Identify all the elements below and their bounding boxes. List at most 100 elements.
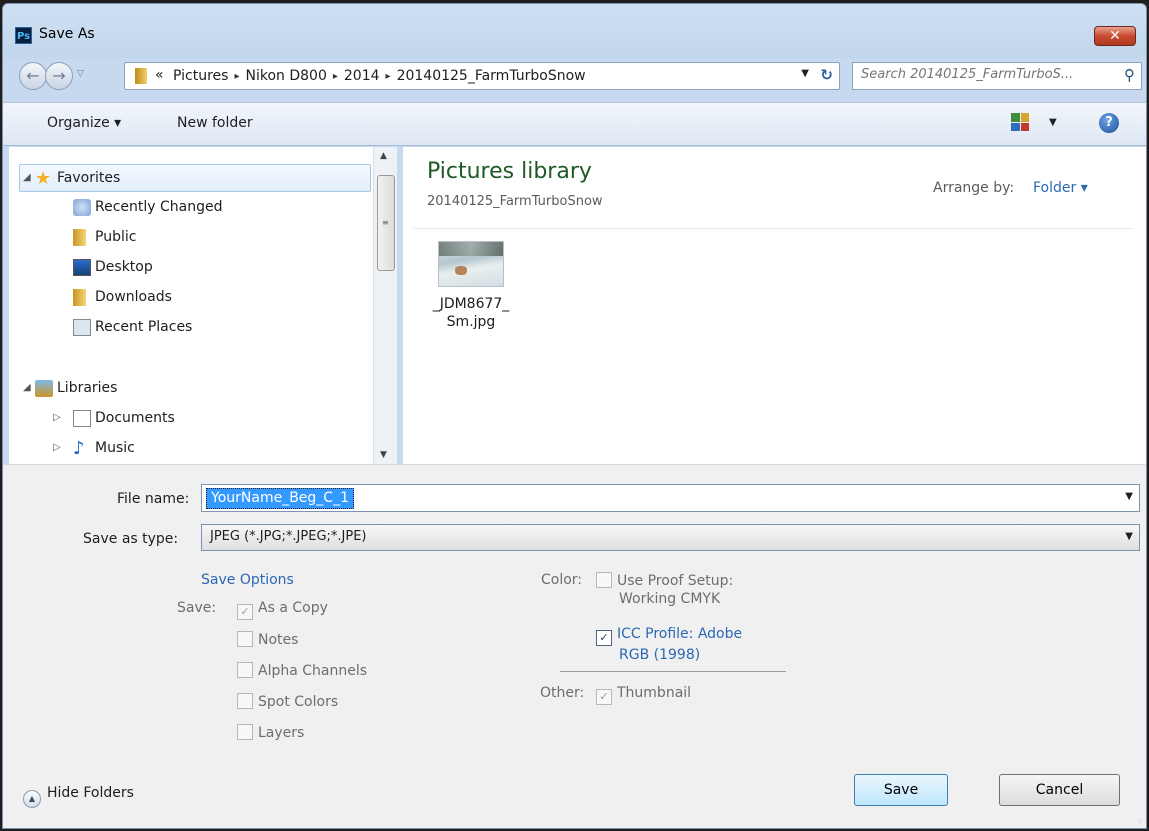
thumbnail-checkbox: ✓ Thumbnail	[596, 685, 691, 705]
breadcrumb-item[interactable]: Nikon D800	[245, 68, 326, 86]
organize-button[interactable]: Organize ▾	[47, 115, 121, 131]
scroll-up-icon[interactable]: ▲	[380, 151, 387, 161]
expand-arrow-icon[interactable]: ▷	[53, 442, 61, 453]
resize-grip-icon[interactable]: ⁖	[1137, 817, 1142, 826]
file-list-pane: Pictures library 20140125_FarmTurboSnow …	[403, 147, 1146, 464]
expand-arrow-icon[interactable]: ▷	[53, 412, 61, 423]
sidebar-item-recently-changed[interactable]: Recently Changed	[9, 194, 373, 222]
checkbox	[237, 724, 253, 740]
notes-checkbox: Notes	[237, 631, 298, 648]
checkbox-label: Layers	[258, 725, 305, 741]
icc-profile-checkbox[interactable]: ✓ ICC Profile: Adobe RGB (1998)	[596, 625, 742, 664]
file-name-field[interactable]: YourName_Beg_C_1 ▼	[201, 484, 1140, 512]
recent-places-icon	[73, 319, 91, 336]
music-icon: ♪	[73, 438, 85, 459]
sidebar-item-favorites[interactable]: ◢ ★ Favorites	[19, 164, 371, 192]
save-button[interactable]: Save	[854, 774, 948, 806]
checkbox-label: Alpha Channels	[258, 663, 368, 679]
address-bar[interactable]: « Pictures ▸ Nikon D800 ▸ 2014 ▸ 2014012…	[124, 62, 840, 90]
thumbnail-trees	[439, 242, 503, 256]
hide-folders-label: Hide Folders	[47, 785, 134, 801]
forward-button[interactable]: →	[45, 62, 73, 90]
hide-folders-button[interactable]: ▲ Hide Folders	[23, 785, 134, 808]
sidebar-item-desktop[interactable]: Desktop	[9, 254, 373, 282]
cancel-button[interactable]: Cancel	[999, 774, 1120, 806]
sidebar-item-downloads[interactable]: Downloads	[9, 284, 373, 312]
navigation-scrollbar[interactable]: ▲ ≡ ▼	[373, 147, 397, 464]
sidebar-item-music[interactable]: ▷ ♪ Music	[9, 435, 373, 463]
toolbar: Organize ▾ New folder ▼ ?	[3, 102, 1146, 146]
scroll-down-icon[interactable]: ▼	[380, 450, 387, 460]
save-as-type-select[interactable]: JPEG (*.JPG;*.JPEG;*.JPE) ▼	[201, 524, 1140, 551]
arrange-by-label: Arrange by:	[933, 180, 1015, 196]
libraries-icon	[35, 380, 53, 397]
breadcrumb-arrow-icon[interactable]: ▸	[333, 68, 338, 86]
layers-checkbox: Layers	[237, 724, 304, 741]
checkbox	[596, 572, 612, 588]
file-name-dropdown-icon[interactable]: ▼	[1125, 491, 1133, 502]
sidebar-item-public[interactable]: Public	[9, 224, 373, 252]
address-dropdown-icon[interactable]: ▼	[801, 68, 809, 79]
breadcrumb-item[interactable]: 20140125_FarmTurboSnow	[397, 68, 586, 86]
sidebar-item-documents[interactable]: ▷ Documents	[9, 405, 373, 433]
sidebar-item-label: Music	[95, 440, 135, 456]
help-icon[interactable]: ?	[1099, 113, 1119, 133]
breadcrumb-arrow-icon[interactable]: ▸	[234, 68, 239, 86]
new-folder-button[interactable]: New folder	[177, 115, 253, 131]
checkbox-checked[interactable]: ✓	[596, 630, 612, 646]
file-name-line: _JDM8677_	[432, 296, 510, 312]
collapse-arrow-icon[interactable]: ◢	[23, 382, 31, 393]
grip-icon: ≡	[382, 218, 389, 227]
breadcrumb-item[interactable]: Pictures	[173, 68, 228, 86]
checkbox-label: Thumbnail	[617, 685, 692, 701]
checkbox-label: As a Copy	[258, 600, 328, 616]
save-as-type-dropdown-icon[interactable]: ▼	[1125, 531, 1133, 542]
back-button[interactable]: ←	[19, 62, 47, 90]
desktop-icon	[73, 259, 91, 276]
checkbox-label: Use Proof Setup:	[617, 573, 734, 589]
library-subtitle: 20140125_FarmTurboSnow	[427, 194, 603, 209]
search-input[interactable]	[861, 67, 1111, 82]
save-as-dialog: Ps Save As ✕ ← → ▽ « Pictures ▸ Nikon D8…	[2, 3, 1147, 829]
checkbox-label-line2: Working CMYK	[619, 591, 721, 607]
save-as-type-label: Save as type:	[83, 531, 179, 547]
file-name-input[interactable]: YourName_Beg_C_1	[206, 488, 354, 509]
documents-icon	[73, 410, 91, 427]
save-options-title: Save Options	[201, 572, 294, 588]
checkbox-label: Spot Colors	[258, 694, 339, 710]
star-icon: ★	[35, 168, 52, 189]
as-a-copy-checkbox: ✓ As a Copy	[237, 600, 328, 620]
collapse-arrow-icon[interactable]: ◢	[23, 172, 31, 183]
other-label: Other:	[540, 685, 585, 701]
divider	[413, 228, 1133, 229]
search-box[interactable]: ⚲	[852, 62, 1142, 90]
change-view-icon[interactable]	[1011, 113, 1029, 131]
use-proof-setup-checkbox: Use Proof Setup: Working CMYK	[596, 572, 733, 608]
sidebar-item-label: Documents	[95, 410, 175, 426]
library-title: Pictures library	[427, 159, 592, 184]
view-options-dropdown-icon[interactable]: ▼	[1049, 117, 1057, 128]
sidebar-item-recent-places[interactable]: Recent Places	[9, 314, 373, 342]
recent-locations-dropdown-icon[interactable]: ▽	[77, 69, 84, 79]
file-thumbnail[interactable]	[438, 241, 504, 287]
close-button[interactable]: ✕	[1094, 26, 1136, 46]
sidebar-item-label: Downloads	[95, 289, 172, 305]
scrollbar-thumb[interactable]: ≡	[377, 175, 395, 271]
search-icon[interactable]: ⚲	[1124, 66, 1135, 84]
breadcrumb-arrow-icon[interactable]: ▸	[386, 68, 391, 86]
file-name-line: Sm.jpg	[446, 314, 496, 330]
breadcrumb-overflow-icon[interactable]: «	[155, 67, 164, 83]
checkbox	[237, 662, 253, 678]
title-bar[interactable]: Ps Save As ✕	[3, 4, 1146, 58]
arrange-by-dropdown[interactable]: Folder ▾	[1033, 180, 1088, 196]
refresh-icon[interactable]: ↻	[820, 66, 833, 84]
file-item-name[interactable]: _JDM8677_ Sm.jpg	[423, 295, 519, 331]
sidebar-item-libraries[interactable]: ◢ Libraries	[9, 375, 373, 403]
checkbox-label: ICC Profile: Adobe	[617, 626, 743, 642]
spot-colors-checkbox: Spot Colors	[237, 693, 338, 710]
sidebar-item-label: Recently Changed	[95, 199, 223, 215]
checkbox	[237, 631, 253, 647]
recent-changes-icon	[73, 199, 91, 216]
breadcrumb-item[interactable]: 2014	[344, 68, 380, 86]
breadcrumb: Pictures ▸ Nikon D800 ▸ 2014 ▸ 20140125_…	[173, 68, 586, 86]
